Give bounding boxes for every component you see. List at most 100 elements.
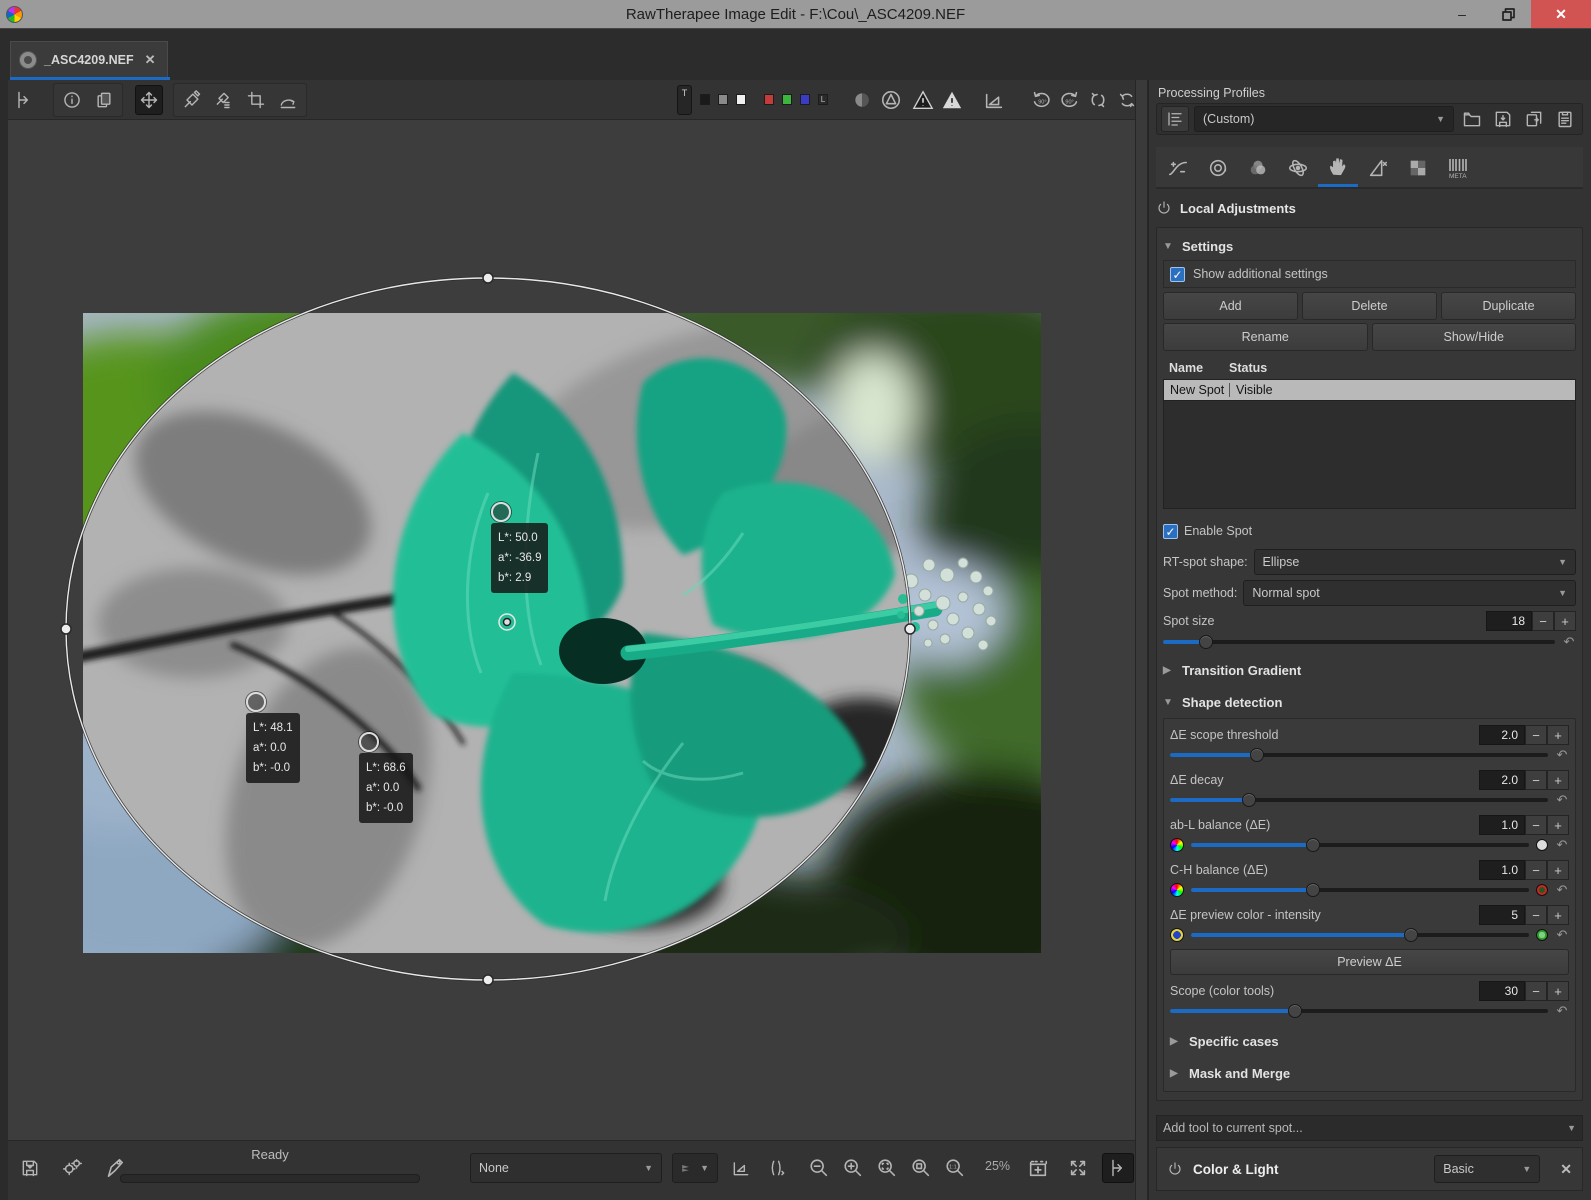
load-profile-button[interactable]: [1459, 104, 1485, 134]
abl-balance-value[interactable]: 1.0: [1479, 815, 1525, 835]
rotate-left-90-button[interactable]: 90°: [1027, 85, 1056, 115]
reset-icon[interactable]: ↶: [1555, 747, 1569, 763]
probe-marker-icon[interactable]: [246, 692, 266, 712]
restore-button[interactable]: [1485, 0, 1531, 28]
transition-gradient-expander[interactable]: ▶ Transition Gradient: [1163, 658, 1576, 682]
queue-processing-button[interactable]: [56, 1153, 88, 1183]
minus-icon[interactable]: −: [1525, 860, 1547, 880]
ch-balance-value[interactable]: 1.0: [1479, 860, 1525, 880]
delete-spot-button[interactable]: Delete: [1302, 292, 1437, 320]
preview-de-button[interactable]: Preview ΔE: [1170, 949, 1569, 975]
scope-color-tools-slider[interactable]: [1170, 1009, 1548, 1013]
show-additional-settings-row[interactable]: ✓ Show additional settings: [1163, 260, 1576, 288]
color-picker-button[interactable]: [176, 85, 208, 115]
profile-select[interactable]: (Custom) ▼: [1194, 106, 1454, 132]
de-scope-threshold-slider[interactable]: [1170, 753, 1548, 757]
spot-table-row[interactable]: New Spot Visible: [1163, 379, 1576, 401]
split-view-toggle[interactable]: [761, 1153, 793, 1183]
before-after-view-select[interactable]: ▼: [672, 1153, 718, 1183]
complexity-select[interactable]: Basic ▼: [1434, 1155, 1540, 1183]
color-probe[interactable]: L*: 48.1 a*: 0.0 b*: -0.0: [246, 692, 300, 783]
bg-gray-swatch[interactable]: [718, 94, 728, 105]
panel-layout-button[interactable]: [10, 85, 39, 115]
plus-icon[interactable]: +: [1547, 770, 1569, 790]
flip-horizontal-button[interactable]: [1084, 85, 1113, 115]
add-tool-dropdown[interactable]: Add tool to current spot... ▼: [1156, 1115, 1583, 1141]
duplicate-spot-button[interactable]: Duplicate: [1441, 292, 1576, 320]
bg-white-swatch[interactable]: [736, 94, 746, 105]
minimize-button[interactable]: –: [1439, 0, 1485, 28]
minus-icon[interactable]: −: [1525, 725, 1547, 745]
tab-color[interactable]: [1238, 149, 1278, 187]
plus-icon[interactable]: +: [1547, 725, 1569, 745]
white-balance-picker-button[interactable]: [208, 85, 240, 115]
add-spot-button[interactable]: Add: [1163, 292, 1298, 320]
tab-detail[interactable]: [1198, 149, 1238, 187]
toggle-right-panel-button[interactable]: [1102, 1153, 1134, 1183]
spot-handle-top[interactable]: [483, 273, 493, 283]
crop-tool-button[interactable]: [240, 85, 272, 115]
specific-cases-expander[interactable]: ▶ Specific cases: [1170, 1029, 1569, 1053]
image-canvas[interactable]: L*: 50.0 a*: -36.9 b*: 2.9 L*: 48.1 a*: …: [8, 120, 1135, 1140]
zoom-in-button[interactable]: [837, 1153, 869, 1183]
slider-knob[interactable]: [1288, 1004, 1302, 1018]
minus-icon[interactable]: −: [1532, 611, 1554, 631]
spot-name-cell[interactable]: New Spot: [1164, 383, 1230, 397]
de-scope-threshold-value[interactable]: 2.0: [1479, 725, 1525, 745]
save-profile-button[interactable]: [1490, 104, 1516, 134]
rename-spot-button[interactable]: Rename: [1163, 323, 1368, 351]
slider-knob[interactable]: [1404, 928, 1418, 942]
reset-icon[interactable]: ↶: [1555, 927, 1569, 943]
reset-icon[interactable]: ↶: [1555, 837, 1569, 853]
zoom-100-button[interactable]: 1:1: [939, 1153, 971, 1183]
abl-balance-slider[interactable]: [1191, 843, 1529, 847]
red-channel-swatch[interactable]: [764, 94, 774, 105]
plus-icon[interactable]: +: [1547, 981, 1569, 1001]
zoom-fit-button[interactable]: [871, 1153, 903, 1183]
luminance-channel-swatch[interactable]: L: [818, 94, 828, 105]
reset-icon[interactable]: ↶: [1555, 1003, 1569, 1019]
enable-spot-checkbox[interactable]: ✓: [1163, 524, 1178, 539]
settings-expander[interactable]: ▼ Settings: [1163, 234, 1576, 258]
reset-icon[interactable]: ↶: [1555, 792, 1569, 808]
plus-icon[interactable]: +: [1547, 860, 1569, 880]
plus-icon[interactable]: +: [1554, 611, 1576, 631]
preview-sharpen-toggle[interactable]: [848, 85, 877, 115]
bg-black-swatch[interactable]: [700, 94, 710, 105]
tab-close-icon[interactable]: ✕: [145, 52, 156, 68]
probe-marker-icon[interactable]: [359, 732, 379, 752]
scope-color-tools-value[interactable]: 30: [1479, 981, 1525, 1001]
rotate-right-90-button[interactable]: 90°: [1055, 85, 1084, 115]
shadow-clipping-toggle[interactable]: [909, 85, 938, 115]
copy-profile-button[interactable]: [1521, 104, 1547, 134]
probe-marker-icon[interactable]: [491, 502, 511, 522]
focus-mask-toggle[interactable]: [980, 85, 1009, 115]
profile-fill-mode-button[interactable]: [1161, 106, 1189, 132]
power-icon[interactable]: [1167, 1161, 1183, 1177]
highlight-clipping-toggle[interactable]: [938, 85, 967, 115]
minus-icon[interactable]: −: [1525, 770, 1547, 790]
tab-advanced[interactable]: [1278, 149, 1318, 187]
paste-profile-button[interactable]: [1552, 104, 1578, 134]
photo-preview[interactable]: [83, 313, 1041, 953]
close-button[interactable]: ✕: [1531, 0, 1591, 28]
spot-handle-bottom[interactable]: [483, 975, 493, 985]
mask-and-merge-expander[interactable]: ▶ Mask and Merge: [1170, 1061, 1569, 1085]
de-preview-intensity-slider[interactable]: [1191, 933, 1529, 937]
image-info-button[interactable]: [56, 85, 88, 115]
minus-icon[interactable]: −: [1525, 815, 1547, 835]
rt-spot-shape-select[interactable]: Ellipse ▼: [1254, 549, 1576, 575]
spot-handle-left[interactable]: [61, 624, 71, 634]
processing-profile-quick-select[interactable]: None ▼: [470, 1153, 662, 1183]
reset-icon[interactable]: ↶: [1555, 882, 1569, 898]
detach-inspector-button[interactable]: [1022, 1153, 1054, 1183]
crop-guide-toggle[interactable]: [877, 85, 906, 115]
minus-icon[interactable]: −: [1525, 981, 1547, 1001]
color-probe[interactable]: L*: 68.6 a*: 0.0 b*: -0.0: [359, 732, 413, 823]
before-after-toggle[interactable]: [725, 1153, 757, 1183]
tab-local-adjustments[interactable]: [1318, 149, 1358, 187]
slider-knob[interactable]: [1250, 748, 1264, 762]
tab-metadata[interactable]: META: [1438, 149, 1478, 187]
spot-method-select[interactable]: Normal spot ▼: [1243, 580, 1576, 606]
show-history-button[interactable]: [88, 85, 120, 115]
